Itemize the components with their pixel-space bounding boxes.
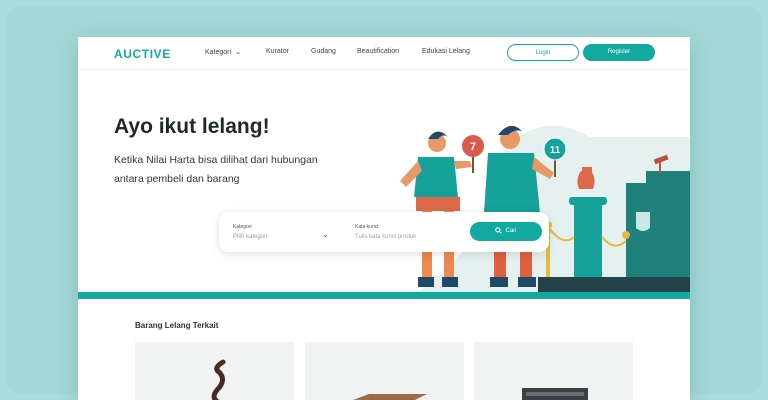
- auctive-logo[interactable]: AUCTIVE: [114, 47, 171, 61]
- nav-item-gudang[interactable]: Gudang: [311, 48, 336, 55]
- search-button-label: Cari: [505, 228, 517, 234]
- hero-title: Ayo ikut lelang!: [114, 115, 270, 138]
- product-card[interactable]: [305, 342, 464, 400]
- chevron-down-icon: ⌄: [235, 49, 241, 56]
- category-label: Kategori: [233, 224, 252, 230]
- category-select[interactable]: Pilih kategori: [233, 234, 267, 240]
- register-button[interactable]: Register: [583, 44, 655, 61]
- nav-item-edukasi-lelang[interactable]: Edukasi Lelang: [422, 48, 470, 55]
- auction-illustration: 7 11: [400, 125, 690, 293]
- related-items-title: Barang Lelang Terkait: [135, 321, 219, 330]
- login-button[interactable]: Login: [507, 44, 579, 61]
- product-card[interactable]: [135, 342, 294, 400]
- chevron-down-icon[interactable]: ⌄: [322, 230, 329, 239]
- search-button[interactable]: Cari: [470, 222, 542, 241]
- paddle-number-11: 11: [550, 145, 561, 156]
- top-navbar: AUCTIVE Kategori ⌄ Kurator Gudang Beautif…: [78, 37, 690, 70]
- search-bar: Kategori Pilih kategori ⌄ Kata kunci Tul…: [219, 212, 549, 252]
- keyword-input[interactable]: Tulis kata kunci produk: [355, 234, 416, 240]
- nav-item-beautification[interactable]: Beautification: [357, 48, 399, 55]
- paddle-number-7: 7: [470, 141, 476, 153]
- product-card[interactable]: [474, 342, 633, 400]
- bronze-sculpture-image: [211, 359, 226, 400]
- browser-page: AUCTIVE Kategori ⌄ Kurator Gudang Beautif…: [78, 37, 690, 400]
- wooden-box-image: [353, 394, 427, 400]
- hero-subtitle: Ketika Nilai Harta bisa dilihat dari hub…: [114, 154, 318, 185]
- antique-chest-image: [522, 388, 588, 400]
- nav-item-kurator[interactable]: Kurator: [266, 48, 289, 55]
- keyword-label: Kata kunci: [355, 224, 379, 230]
- nav-item-kategori[interactable]: Kategori ⌄: [205, 48, 241, 56]
- hero-divider: [78, 292, 690, 299]
- nav-item-label: Kategori: [205, 49, 232, 56]
- search-icon: [495, 227, 503, 234]
